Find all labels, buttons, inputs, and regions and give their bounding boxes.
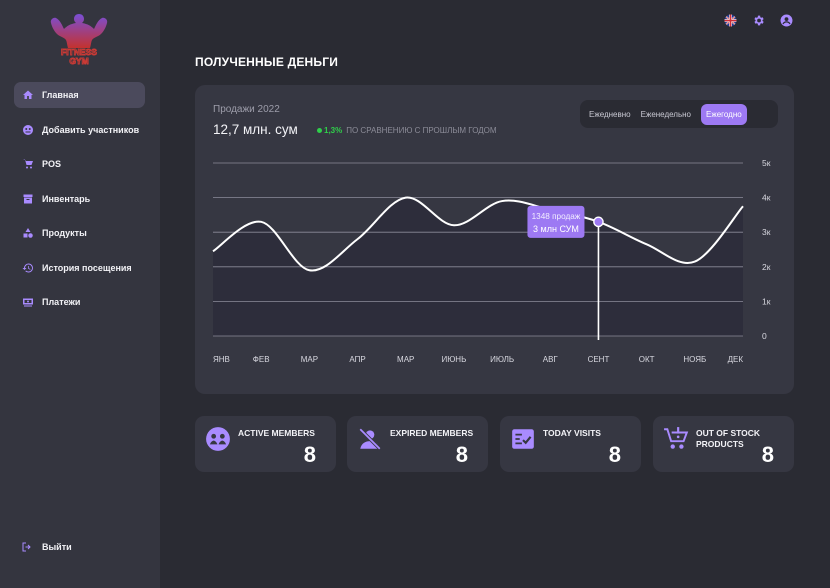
out-of-stock-label: OUT OF STOCK PRODUCTS: [696, 428, 760, 450]
x-tick-label: ИЮНЬ: [441, 355, 466, 364]
sidebar-item-pos[interactable]: POS: [14, 151, 145, 177]
sidebar-item-payments[interactable]: Платежи: [14, 289, 145, 315]
y-tick-label: 3к: [762, 227, 771, 237]
expired-members-icon: [359, 428, 381, 450]
sidebar: FITNESS GYM Главная Добавить участников …: [0, 0, 160, 588]
expired-members-label: EXPIRED MEMBERS: [390, 428, 473, 439]
out-of-stock-value: 8: [761, 442, 774, 467]
active-members-card[interactable]: ACTIVE MEMBERS 8: [195, 416, 336, 472]
today-visits-label: TODAY VISITS: [543, 428, 601, 439]
y-tick-label: 5к: [762, 158, 771, 168]
y-tick-label: 4к: [762, 193, 771, 203]
today-visits-value: 8: [608, 442, 621, 467]
gear-icon[interactable]: [752, 14, 765, 27]
highlighted-point: [593, 216, 604, 228]
today-visits-card[interactable]: TODAY VISITS 8: [500, 416, 641, 472]
x-tick-label: МАР: [301, 355, 318, 364]
x-tick-label: ДЕК: [728, 355, 744, 364]
x-tick-label: МАР: [397, 355, 414, 364]
page-title: ПОЛУЧЕННЫЕ ДЕНЬГИ: [195, 55, 339, 69]
sales-chart-card: Продажи 2022 12,7 млн. сум 1,3% ПО СРАВН…: [195, 85, 794, 394]
sidebar-item-products[interactable]: Продукты: [14, 220, 145, 246]
sidebar-item-label: Продукты: [42, 228, 87, 238]
sidebar-item-label: История посещения: [42, 262, 132, 273]
uk-flag-icon[interactable]: [724, 14, 737, 27]
sidebar-item-label: Инвентарь: [42, 193, 91, 204]
active-members-value: 8: [303, 442, 316, 467]
y-tick-label: 0: [762, 331, 767, 341]
logout-label: Выйти: [42, 542, 72, 552]
fitness-gym-logo[interactable]: FITNESS GYM: [48, 10, 110, 68]
logout-button[interactable]: Выйти: [21, 541, 72, 553]
x-tick-label: АПР: [349, 355, 365, 364]
out-of-stock-card[interactable]: OUT OF STOCK PRODUCTS 8: [653, 416, 794, 472]
sidebar-item-visit-history[interactable]: История посещения: [14, 255, 145, 281]
sidebar-item-label: POS: [42, 159, 62, 169]
header-actions: [724, 14, 793, 27]
archive-icon: [21, 192, 34, 205]
user-icon[interactable]: [780, 14, 793, 27]
x-tick-label: НОЯБ: [683, 355, 706, 364]
sidebar-item-label: Главная: [42, 90, 79, 100]
expired-members-card[interactable]: EXPIRED MEMBERS 8: [347, 416, 488, 472]
history-icon: [21, 261, 34, 274]
home-icon: [21, 89, 34, 102]
stat-label-line: OUT OF STOCK: [696, 428, 761, 438]
stat-label-line: PRODUCTS: [696, 439, 744, 449]
x-tick-label: СЕНТ: [588, 355, 610, 364]
x-tick-label: ОКТ: [639, 355, 655, 364]
active-members-label: ACTIVE MEMBERS: [238, 428, 315, 439]
logo-text-gym: GYM: [69, 56, 88, 66]
sidebar-nav: Главная Добавить участников POS Инвентар…: [14, 82, 145, 324]
sidebar-item-label: Добавить участников: [42, 124, 140, 135]
active-members-icon: [206, 427, 230, 451]
logout-icon: [22, 542, 31, 552]
y-tick-label: 1к: [762, 296, 771, 306]
today-visits-icon: [512, 429, 534, 449]
x-tick-label: ФЕВ: [253, 355, 270, 364]
x-tick-label: ИЮЛЬ: [490, 355, 514, 364]
sidebar-item-label: Платежи: [42, 297, 81, 307]
sidebar-item-home[interactable]: Главная: [14, 82, 145, 108]
payments-icon: [21, 296, 34, 309]
sidebar-item-inventory[interactable]: Инвентарь: [14, 186, 145, 212]
stat-label-line: TODAY VISITS: [543, 428, 601, 438]
expired-members-value: 8: [455, 442, 468, 467]
tooltip-amount: 3 млн СУМ: [533, 224, 579, 234]
out-of-stock-icon: [664, 427, 689, 449]
cart-icon: [21, 158, 34, 171]
add-members-icon: [21, 123, 34, 136]
stat-label-line: ACTIVE MEMBERS: [238, 428, 315, 438]
stat-label-line: EXPIRED MEMBERS: [390, 428, 474, 438]
x-tick-label: ЯНВ: [213, 355, 230, 364]
y-tick-label: 2к: [762, 262, 771, 272]
tooltip-sales: 1348 продаж: [532, 212, 581, 221]
x-tick-label: АВГ: [543, 355, 559, 364]
shapes-icon: [21, 227, 34, 240]
sales-line-chart: 0 1к 2к 3к 4к 5к ЯНВ ФЕВ МАР АПР МАР ИЮНЬ ИЮЛЬ АВГ СЕН…: [212, 158, 771, 364]
sidebar-item-add-members[interactable]: Добавить участников: [14, 117, 145, 143]
